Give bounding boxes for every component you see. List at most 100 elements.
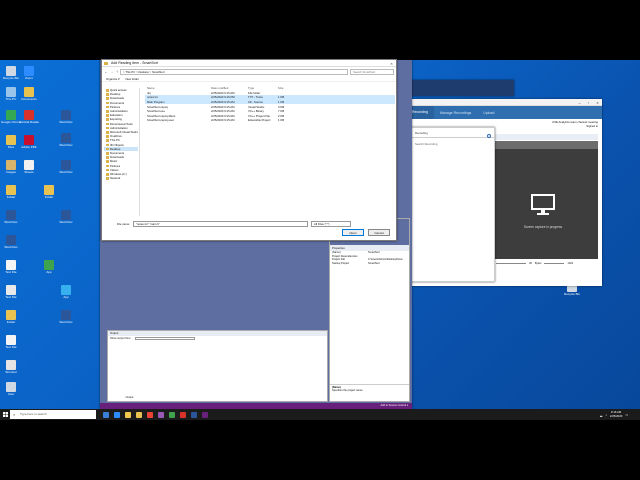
taskbar-app-icon[interactable] bbox=[156, 410, 165, 419]
minimize-icon[interactable]: – bbox=[575, 99, 584, 106]
desktop-icon[interactable]: Word Doc bbox=[56, 110, 76, 124]
desktop-icon[interactable]: Word Doc bbox=[56, 133, 76, 147]
up-arrow-icon[interactable]: ↑ bbox=[116, 69, 118, 74]
desktop-icon[interactable]: Word Doc bbox=[56, 310, 76, 324]
open-button[interactable]: Open bbox=[342, 229, 364, 236]
desktop-icon-label: Folder bbox=[6, 321, 16, 324]
desktop-icon[interactable]: Word Doc bbox=[1, 210, 21, 224]
desktop-icon[interactable]: Folder bbox=[1, 185, 21, 199]
close-icon[interactable]: × bbox=[593, 99, 602, 106]
tab-output[interactable]: Output bbox=[123, 396, 136, 399]
taskbar-app-icon[interactable] bbox=[123, 410, 132, 419]
back-arrow-icon[interactable]: ← bbox=[104, 69, 108, 74]
preview-header bbox=[488, 141, 598, 149]
address-bar[interactable]: > This PC > Desktop > SmartSort bbox=[120, 68, 348, 75]
output-source-select[interactable] bbox=[135, 337, 196, 340]
desktop-icon-label: Documents bbox=[21, 98, 37, 101]
desktop-icon[interactable]: Files bbox=[1, 135, 21, 149]
desktop-icon[interactable]: Recycle Bin bbox=[1, 66, 21, 80]
taskbar-app-icon[interactable] bbox=[101, 410, 110, 419]
file-name: notes.txt bbox=[147, 95, 158, 100]
file-type-select[interactable]: All Files (*.*) bbox=[311, 221, 351, 227]
refresh-icon[interactable] bbox=[487, 134, 491, 138]
add-source-control-button[interactable]: Add to Source Control ▾ bbox=[380, 404, 408, 407]
desktop-icon[interactable]: Adobe PDF bbox=[19, 135, 39, 149]
desktop-icon-image bbox=[6, 285, 16, 295]
properties-panel: Properties (Name) SmartSort Project Depend… bbox=[329, 218, 410, 402]
volume-icon[interactable]: ◖ bbox=[605, 413, 607, 417]
desktop-icon[interactable]: Text File bbox=[1, 260, 21, 274]
nav-item[interactable]: Network bbox=[104, 176, 138, 180]
search-input[interactable]: Search SmartSort bbox=[350, 68, 394, 75]
desktop-icon-image bbox=[24, 110, 34, 120]
desktop-icon[interactable]: User bbox=[1, 382, 21, 396]
desktop-icon[interactable]: Shortcut bbox=[1, 360, 21, 374]
taskbar-search-input[interactable]: ⌕ Type here to search bbox=[10, 410, 96, 419]
notification-icon[interactable]: ▭ bbox=[625, 413, 628, 417]
desktop-icon-label: Word Doc bbox=[59, 321, 73, 324]
dialog-title: Add Reading Item - SmartSort bbox=[111, 61, 158, 65]
taskbar-app-icon[interactable] bbox=[178, 410, 187, 419]
forward-arrow-icon[interactable]: → bbox=[110, 69, 114, 74]
taskbar-app-icon[interactable] bbox=[112, 410, 121, 419]
desktop-icon-image bbox=[6, 185, 16, 195]
recording-label: Recording bbox=[412, 128, 494, 138]
taskbar-app-icon[interactable] bbox=[167, 410, 176, 419]
column-type[interactable]: Type bbox=[248, 86, 278, 90]
maximize-icon[interactable]: ▫ bbox=[584, 99, 593, 106]
tab-error-list[interactable]: Error List bbox=[107, 396, 122, 399]
column-size[interactable]: Size bbox=[278, 86, 292, 90]
desktop-icon[interactable]: Documents bbox=[19, 87, 39, 101]
desktop-icon[interactable]: App bbox=[39, 260, 59, 274]
file-type: Extensible Project bbox=[248, 118, 271, 123]
column-name[interactable]: Name bbox=[145, 86, 211, 90]
file-name-input[interactable]: "notes.txt" "main.h" bbox=[133, 221, 308, 227]
dialog-close-icon[interactable]: × bbox=[387, 60, 396, 67]
desktop-icon-image bbox=[61, 133, 71, 143]
clock-date[interactable]: 2/25/2020 bbox=[610, 414, 622, 418]
desktop-icon[interactable]: Word Doc bbox=[56, 160, 76, 174]
desktop-icon[interactable]: Word Doc bbox=[1, 235, 21, 249]
desktop-icon[interactable]: Text File bbox=[1, 335, 21, 349]
start-button[interactable] bbox=[0, 409, 10, 420]
desktop-icon[interactable]: Sheets bbox=[19, 160, 39, 174]
desktop-icon-image bbox=[61, 210, 71, 220]
desktop-icon-label: Folder bbox=[44, 196, 54, 199]
taskbar-app-icon[interactable] bbox=[200, 410, 209, 419]
desktop-icon[interactable]: Google Chrome bbox=[1, 110, 21, 124]
column-date[interactable]: Date modified bbox=[211, 86, 248, 90]
file-date: 2/25/2020 9:16 PM bbox=[211, 95, 235, 100]
desktop-icon[interactable]: Text File bbox=[1, 285, 21, 299]
tab-manage-recordings[interactable]: Manage Recordings bbox=[434, 111, 477, 115]
desktop-icon-image bbox=[6, 87, 16, 97]
property-row[interactable]: Startup Project SmartSort bbox=[330, 262, 409, 266]
taskbar-app-icon[interactable] bbox=[189, 410, 198, 419]
new-folder-button[interactable]: New folder bbox=[126, 77, 139, 81]
taskbar-app-icon[interactable] bbox=[145, 410, 154, 419]
desktop-icon[interactable]: Zoom bbox=[19, 66, 39, 80]
desktop-icon-image bbox=[6, 160, 16, 170]
desktop-icon[interactable]: Word Doc bbox=[56, 210, 76, 224]
network-icon[interactable]: ▂ bbox=[600, 413, 602, 417]
bitrate-slider[interactable] bbox=[496, 262, 526, 264]
search-panel: Recording Search Recording bbox=[411, 127, 495, 282]
file-type: VC++ Binary bbox=[248, 109, 264, 114]
cancel-button[interactable]: Cancel bbox=[368, 229, 390, 236]
file-type: File folder bbox=[248, 90, 261, 95]
desktop-icon[interactable]: Acrobat Reader bbox=[19, 110, 39, 124]
tab-upload[interactable]: Upload bbox=[477, 111, 500, 115]
organize-button[interactable]: Organize ▾ bbox=[106, 77, 120, 81]
file-size: 3 KB bbox=[278, 104, 285, 109]
desktop-icon[interactable]: Folder bbox=[1, 310, 21, 324]
taskbar-app-icon[interactable] bbox=[134, 410, 143, 419]
desktop-icon[interactable]: This PC bbox=[1, 87, 21, 101]
file-row[interactable]: SmartSort.csproj.user 2/25/2020 9:15 AM Ex… bbox=[145, 118, 395, 123]
desktop-icon-image bbox=[6, 235, 16, 245]
desktop-icon[interactable]: Folder bbox=[39, 185, 59, 199]
search-recording-input[interactable]: Search Recording bbox=[415, 142, 491, 147]
desktop-icon[interactable]: Images bbox=[1, 160, 21, 174]
bytes-slider[interactable] bbox=[544, 262, 565, 264]
desktop-icon[interactable]: App bbox=[56, 285, 76, 299]
browser-window[interactable] bbox=[404, 80, 514, 96]
nav-scrollbar[interactable] bbox=[139, 88, 140, 216]
